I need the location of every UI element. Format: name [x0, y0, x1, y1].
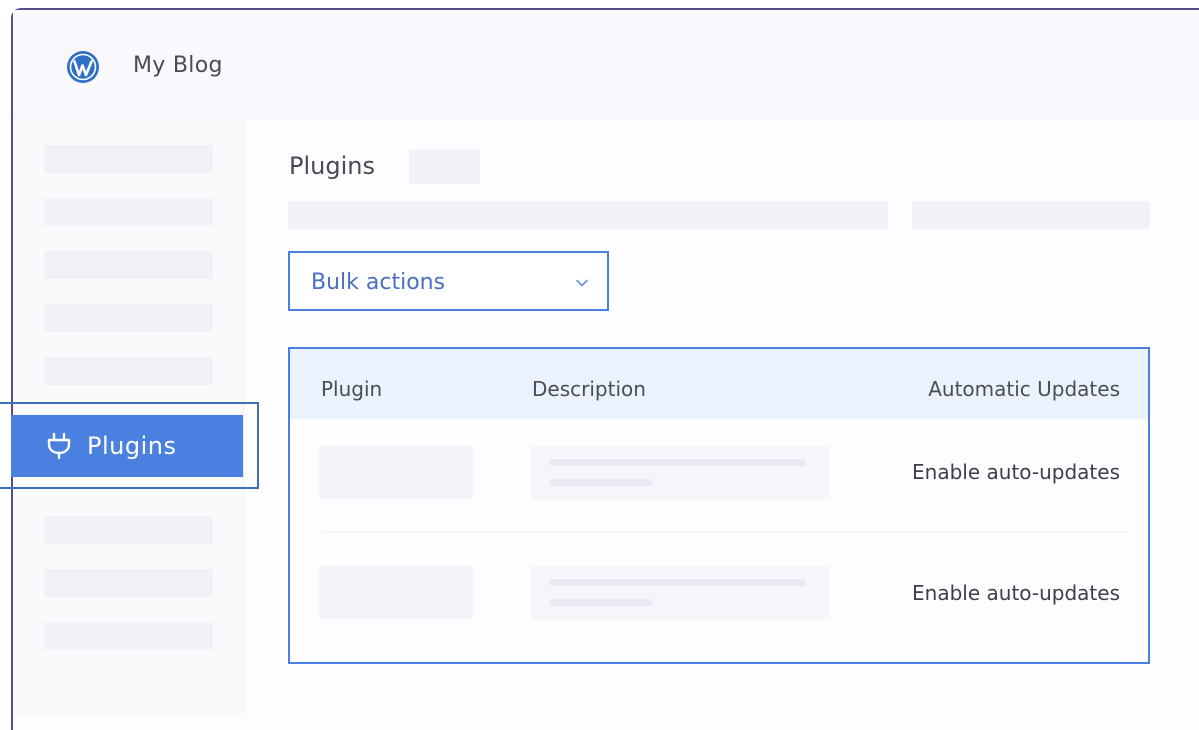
sidebar-item-placeholder[interactable] — [44, 516, 213, 544]
text-placeholder — [912, 201, 1150, 229]
sidebar-item-placeholder[interactable] — [44, 357, 213, 385]
sidebar-item-placeholder[interactable] — [44, 251, 213, 279]
title-action-placeholder[interactable] — [409, 150, 480, 184]
sidebar-item-placeholder[interactable] — [44, 622, 213, 650]
text-line-placeholder — [550, 579, 806, 586]
table-header: Plugin Description Automatic Updates — [290, 349, 1148, 419]
description-placeholder — [531, 566, 830, 619]
column-header-description[interactable]: Description — [532, 377, 646, 401]
sidebar-item-placeholder[interactable] — [44, 304, 213, 332]
sidebar-item-label: Plugins — [87, 432, 177, 460]
sidebar-item-placeholder[interactable] — [44, 569, 213, 597]
text-line-placeholder — [550, 459, 806, 466]
plugin-name-placeholder[interactable] — [319, 566, 473, 619]
page-title: Plugins — [289, 152, 375, 180]
sidebar-item-placeholder[interactable] — [44, 145, 213, 173]
sidebar-item-placeholder[interactable] — [44, 198, 213, 226]
site-title[interactable]: My Blog — [133, 53, 223, 78]
text-line-placeholder — [550, 479, 652, 486]
enable-auto-updates-link[interactable]: Enable auto-updates — [912, 460, 1120, 484]
bulk-actions-label: Bulk actions — [311, 270, 446, 295]
bulk-actions-select[interactable]: Bulk actions — [288, 251, 609, 311]
wordpress-logo-icon[interactable] — [66, 50, 100, 84]
row-divider — [323, 531, 1129, 533]
column-header-automatic-updates[interactable]: Automatic Updates — [928, 377, 1120, 401]
column-header-plugin[interactable]: Plugin — [321, 377, 382, 401]
sidebar-item-plugins[interactable]: Plugins — [11, 415, 243, 477]
text-line-placeholder — [550, 599, 652, 606]
chevron-down-icon — [576, 279, 588, 287]
plugins-table: Plugin Description Automatic Updates Ena… — [288, 347, 1150, 664]
plugin-name-placeholder[interactable] — [319, 446, 473, 499]
text-placeholder — [288, 201, 888, 229]
enable-auto-updates-link[interactable]: Enable auto-updates — [912, 581, 1120, 605]
description-placeholder — [531, 446, 830, 499]
plug-icon — [47, 432, 71, 460]
